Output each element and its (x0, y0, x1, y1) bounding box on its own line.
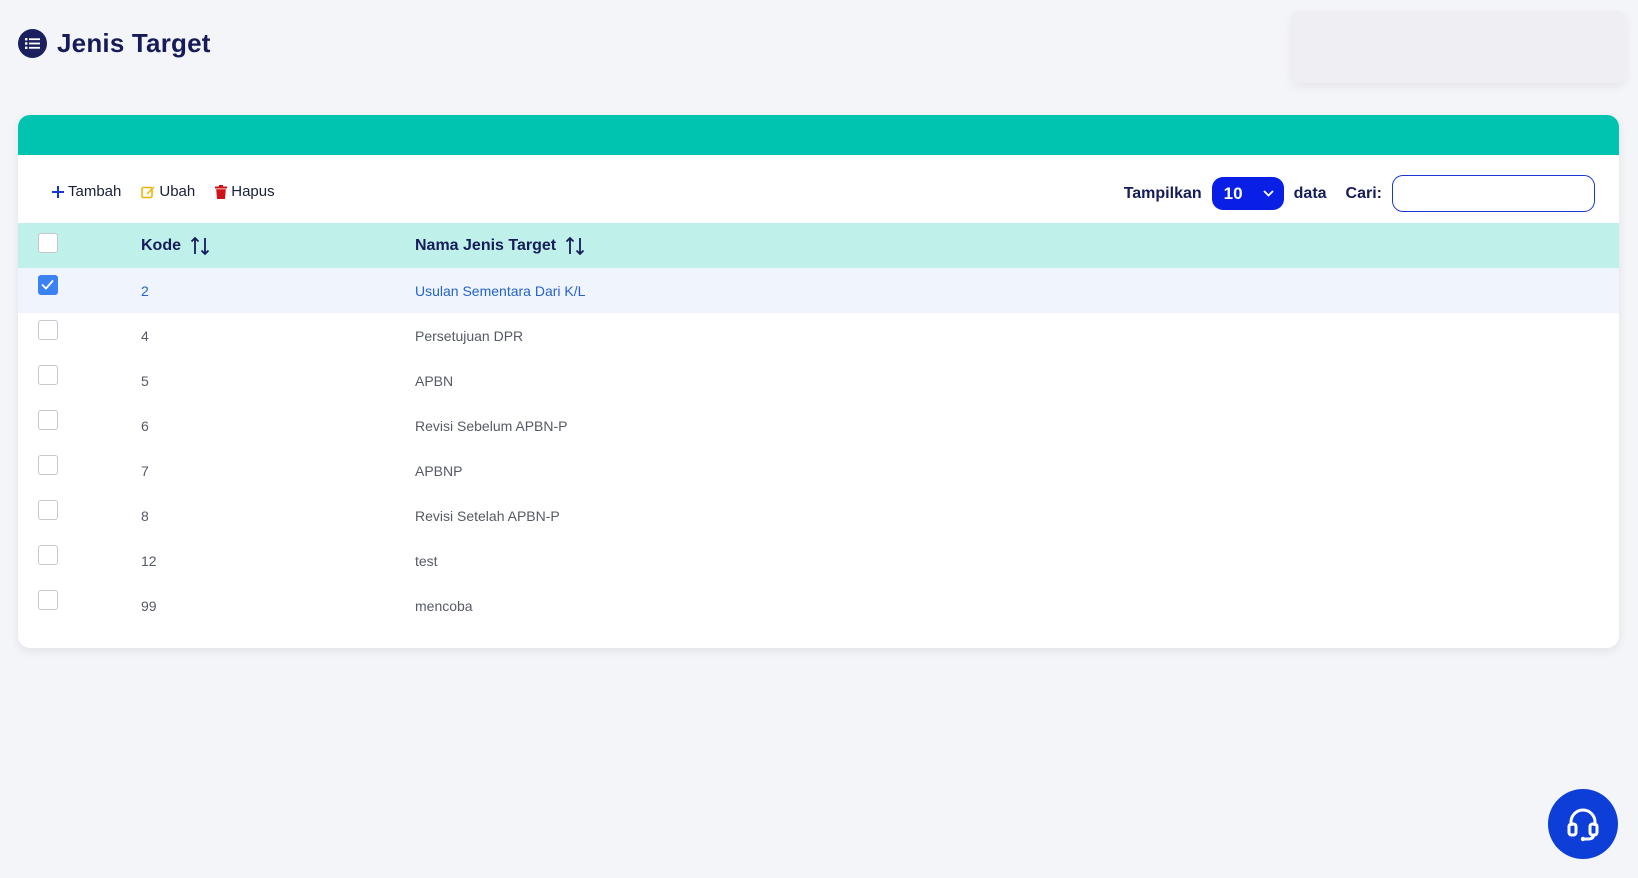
table-row[interactable]: 5 APBN (18, 358, 1619, 403)
page-size-label: Tampilkan (1123, 184, 1202, 202)
row-check-cell (18, 583, 141, 628)
cell-kode: 6 (141, 417, 149, 434)
cell-kode: 8 (141, 507, 149, 524)
page-size-suffix: data (1293, 184, 1327, 202)
data-table: Kode Nama Jenis Target 2 Usulan Sementar… (18, 223, 1619, 628)
delete-button[interactable]: Hapus (215, 183, 275, 200)
search-label: Cari: (1345, 184, 1382, 202)
table-row[interactable]: 2 Usulan Sementara Dari K/L (18, 268, 1619, 313)
page-title: Jenis Target (57, 28, 211, 58)
row-checkbox[interactable] (38, 275, 58, 295)
column-header-nama-label: Nama Jenis Target (415, 236, 557, 254)
table-row[interactable]: 7 APBNP (18, 448, 1619, 493)
column-header-kode[interactable]: Kode (141, 223, 415, 268)
cell-nama: Usulan Sementara Dari K/L (415, 282, 586, 299)
sort-icon[interactable] (565, 236, 585, 256)
cell-nama: test (415, 552, 438, 569)
plus-icon (52, 185, 64, 198)
delete-button-label: Hapus (231, 183, 275, 200)
list-icon (18, 29, 47, 58)
cell-nama: Revisi Setelah APBN-P (415, 507, 560, 524)
edit-button-label: Ubah (159, 183, 196, 200)
select-all-checkbox[interactable] (38, 233, 58, 253)
data-card: Tambah Ubah Hapus Tampilkan 10 data Cari… (18, 115, 1619, 648)
add-button[interactable]: Tambah (52, 183, 121, 200)
cell-kode: 99 (141, 597, 157, 614)
edit-icon (141, 186, 155, 198)
table-toolbar: Tambah Ubah Hapus Tampilkan 10 data Cari… (18, 155, 1619, 223)
cell-kode: 12 (141, 552, 157, 569)
column-header-nama[interactable]: Nama Jenis Target (415, 223, 1619, 268)
page-header: Jenis Target (18, 28, 211, 59)
search-input[interactable] (1392, 175, 1595, 212)
row-check-cell (18, 403, 141, 448)
row-check-cell (18, 358, 141, 403)
row-checkbox[interactable] (38, 320, 58, 340)
cell-kode: 2 (141, 282, 149, 299)
cell-kode: 7 (141, 462, 149, 479)
row-check-cell (18, 268, 141, 313)
row-check-cell (18, 538, 141, 583)
trash-icon (215, 184, 228, 199)
edit-button[interactable]: Ubah (141, 183, 195, 200)
cell-nama: APBNP (415, 462, 463, 479)
cell-nama: Revisi Sebelum APBN-P (415, 417, 568, 434)
cell-nama: APBN (415, 372, 454, 389)
sort-icon[interactable] (190, 236, 210, 256)
support-chat-button[interactable] (1548, 789, 1618, 859)
page-size-value: 10 (1223, 183, 1243, 203)
row-check-cell (18, 448, 141, 493)
table-header-row: Kode Nama Jenis Target (18, 223, 1619, 268)
row-checkbox[interactable] (38, 590, 58, 610)
select-all-cell (18, 223, 141, 268)
chevron-down-icon (1263, 190, 1274, 197)
row-checkbox[interactable] (38, 365, 58, 385)
add-button-label: Tambah (68, 183, 122, 200)
cell-nama: mencoba (415, 597, 473, 614)
check-icon (41, 279, 54, 290)
row-check-cell (18, 313, 141, 358)
table-row[interactable]: 6 Revisi Sebelum APBN-P (18, 403, 1619, 448)
table-row[interactable]: 12 test (18, 538, 1619, 583)
table-row[interactable]: 4 Persetujuan DPR (18, 313, 1619, 358)
card-header-bar (18, 115, 1619, 155)
row-check-cell (18, 493, 141, 538)
table-row[interactable]: 8 Revisi Setelah APBN-P (18, 493, 1619, 538)
headset-icon (1567, 808, 1599, 842)
row-checkbox[interactable] (38, 500, 58, 520)
row-checkbox[interactable] (38, 410, 58, 430)
row-checkbox[interactable] (38, 455, 58, 475)
row-checkbox[interactable] (38, 545, 58, 565)
cell-kode: 4 (141, 327, 149, 344)
page-size-select[interactable]: 10 (1211, 177, 1284, 210)
cell-kode: 5 (141, 372, 149, 389)
table-controls: Tampilkan 10 data Cari: (1124, 175, 1595, 212)
cell-nama: Persetujuan DPR (415, 327, 524, 344)
column-header-kode-label: Kode (141, 236, 181, 254)
user-panel-placeholder (1291, 11, 1626, 83)
action-group: Tambah Ubah Hapus (52, 183, 275, 200)
table-row[interactable]: 99 mencoba (18, 583, 1619, 628)
